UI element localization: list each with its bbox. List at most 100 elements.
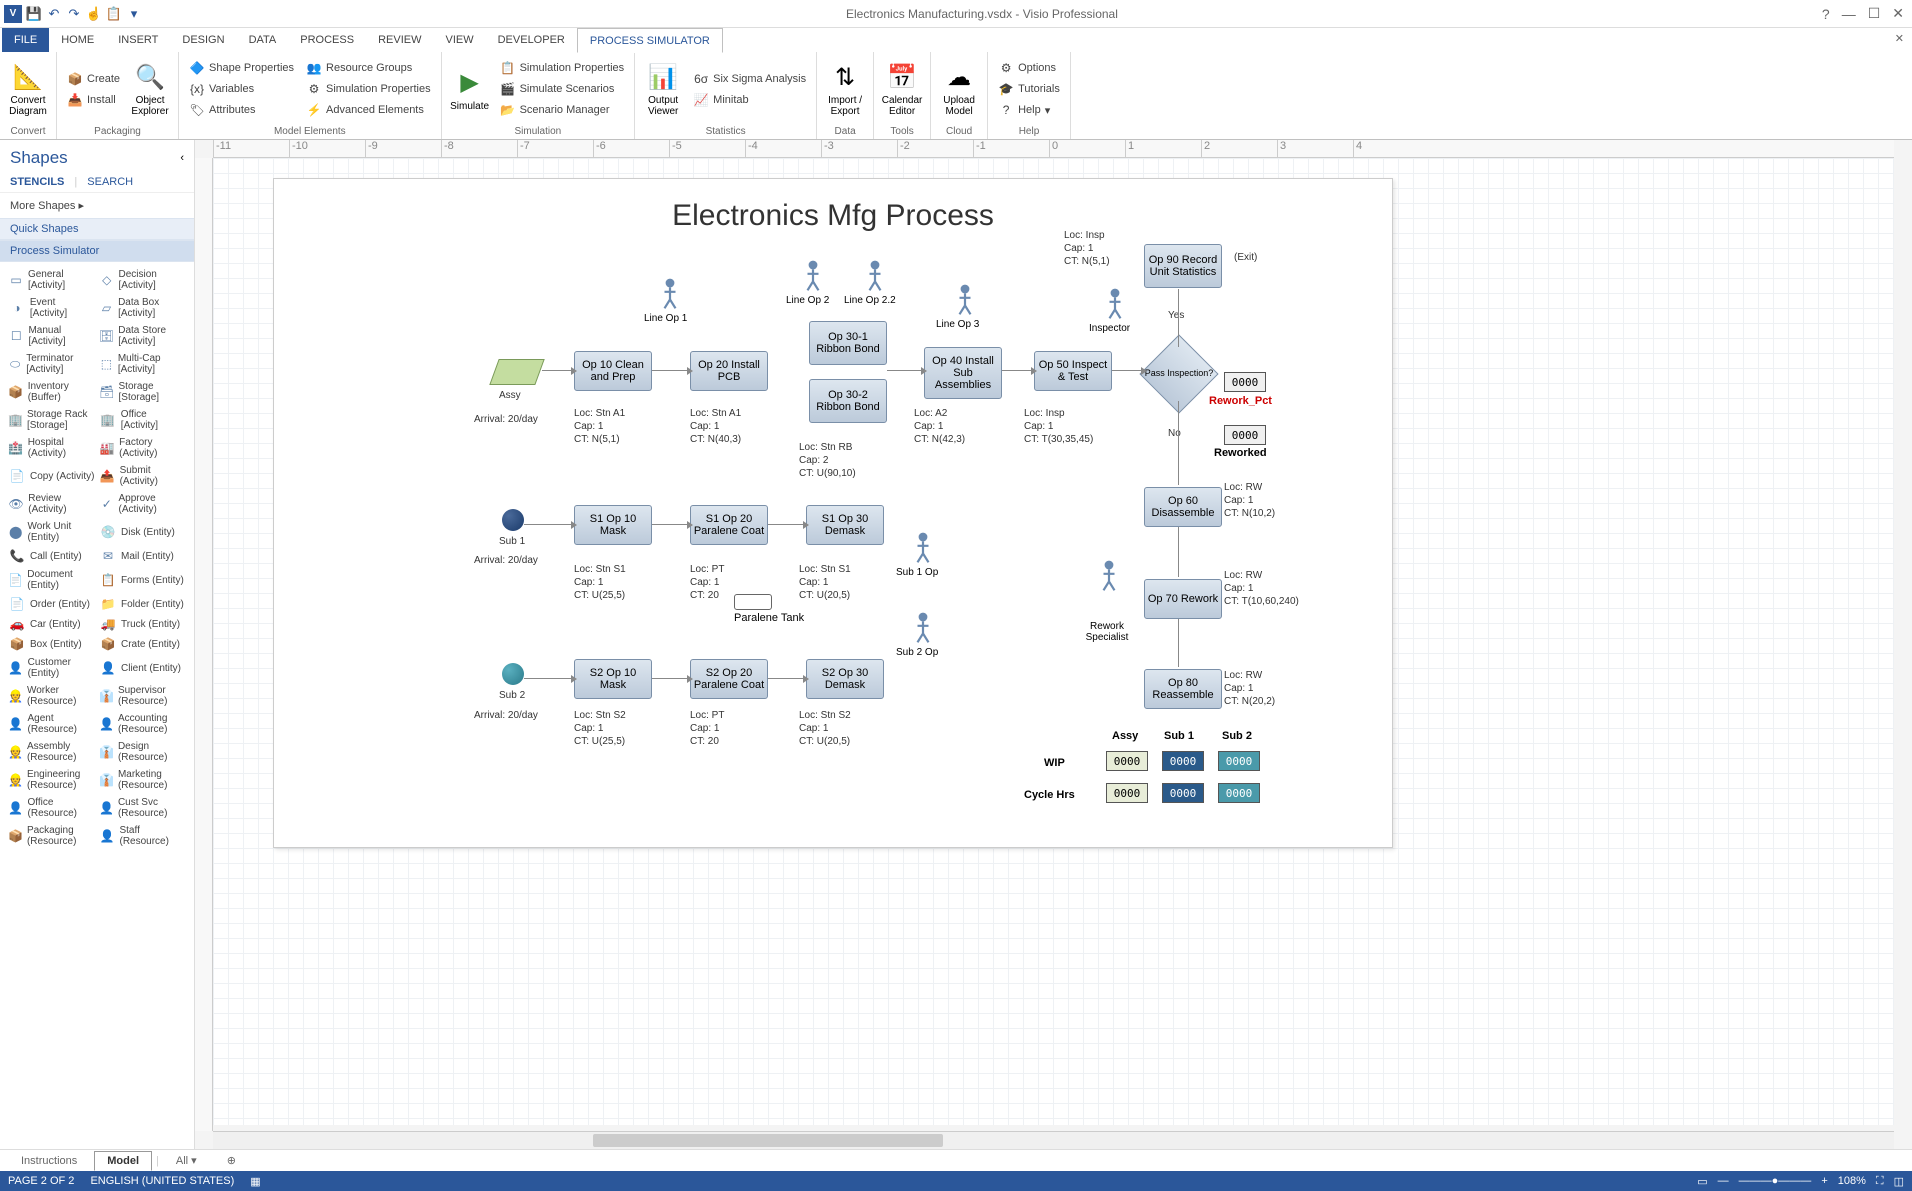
shape-item[interactable]: ☐Manual [Activity] [6,322,97,350]
tab-file[interactable]: FILE [2,28,49,52]
sheet-all[interactable]: All ▾ [163,1150,210,1171]
shape-item[interactable]: 👤Accounting (Resource) [97,710,188,738]
shape-item[interactable]: 💿Disk (Entity) [97,518,188,546]
shape-item[interactable]: ◇Decision [Activity] [97,266,188,294]
add-sheet-button[interactable]: ⊕ [214,1150,249,1171]
shape-item[interactable]: 👔Marketing (Resource) [97,766,188,794]
resource-groups-button[interactable]: 👥Resource Groups [302,58,435,78]
shape-item[interactable]: ⬭Terminator [Activity] [6,350,97,378]
presentation-mode-icon[interactable]: ▭ [1697,1175,1707,1188]
op10-box[interactable]: Op 10 Clean and Prep [574,351,652,391]
zoom-slider[interactable]: ———●——— [1739,1175,1812,1187]
minitab-button[interactable]: 📈Minitab [689,90,810,110]
entity-assy[interactable] [489,359,544,385]
entity-sub2[interactable] [502,663,524,685]
six-sigma-button[interactable]: 6σSix Sigma Analysis [689,69,810,89]
sheet-model[interactable]: Model [94,1151,152,1171]
minimize-icon[interactable]: — [1842,6,1856,22]
convert-diagram-button[interactable]: 📐Convert Diagram [6,54,50,124]
shape-item[interactable]: 📁Folder (Entity) [97,594,188,614]
shape-item[interactable]: 👷Assembly (Resource) [6,738,97,766]
shape-item[interactable]: 🏢Storage Rack [Storage] [6,406,97,434]
tab-home[interactable]: HOME [49,28,106,52]
ribbon-collapse-icon[interactable]: ✕ [1895,32,1904,45]
person-icon[interactable] [1104,287,1126,321]
scenario-mgr-button[interactable]: 📂Scenario Manager [496,100,629,120]
attributes-button[interactable]: 🏷Attributes [185,100,298,120]
tab-design[interactable]: DESIGN [170,28,236,52]
entity-sub1[interactable] [502,509,524,531]
shape-item[interactable]: 📄Copy (Activity) [6,462,97,490]
shape-item[interactable]: 🗃Storage [Storage] [97,378,188,406]
variables-button[interactable]: {x}Variables [185,79,298,99]
op60-box[interactable]: Op 60 Disassemble [1144,487,1222,527]
shape-item[interactable]: 👤Staff (Resource) [97,822,188,850]
shape-item[interactable]: 🚗Car (Entity) [6,614,97,634]
shape-item[interactable]: 📦Crate (Entity) [97,634,188,654]
op90-box[interactable]: Op 90 Record Unit Statistics [1144,244,1222,288]
shape-item[interactable]: 📤Submit (Activity) [97,462,188,490]
shape-item[interactable]: 📦Box (Entity) [6,634,97,654]
horizontal-scrollbar[interactable] [213,1131,1894,1149]
import-export-button[interactable]: ⇅Import / Export [823,54,867,124]
tab-developer[interactable]: DEVELOPER [486,28,577,52]
maximize-icon[interactable]: ☐ [1868,5,1881,22]
upload-model-button[interactable]: ☁Upload Model [937,54,981,124]
shape-item[interactable]: ⬤Work Unit (Entity) [6,518,97,546]
shape-properties-button[interactable]: 🔷Shape Properties [185,58,298,78]
tab-process[interactable]: PROCESS [288,28,366,52]
tab-review[interactable]: REVIEW [366,28,433,52]
tab-view[interactable]: VIEW [433,28,485,52]
person-icon[interactable] [659,277,681,311]
person-icon[interactable] [954,283,976,317]
person-icon[interactable] [1098,559,1120,593]
person-icon[interactable] [864,259,886,293]
redo-icon[interactable]: ↷ [66,6,82,22]
process-simulator-stencil[interactable]: Process Simulator [0,240,194,262]
options-button[interactable]: ⚙Options [994,58,1064,78]
advanced-elements-button[interactable]: ⚡Advanced Elements [302,100,435,120]
shape-item[interactable]: ⬚Multi-Cap [Activity] [97,350,188,378]
tab-data[interactable]: DATA [237,28,289,52]
more-shapes-link[interactable]: More Shapes ▸ [0,193,194,218]
shape-item[interactable]: 🏥Hospital (Activity) [6,434,97,462]
paste-icon[interactable]: 📋 [106,6,122,22]
stencils-tab[interactable]: STENCILS [10,176,64,188]
fit-page-icon[interactable]: ⛶ [1876,1175,1884,1188]
op80-box[interactable]: Op 80 Reassemble [1144,669,1222,709]
shape-item[interactable]: 🏢Office [Activity] [97,406,188,434]
op40-box[interactable]: Op 40 Install Sub Assemblies [924,347,1002,399]
op70-box[interactable]: Op 70 Rework [1144,579,1222,619]
drawing-canvas[interactable]: Electronics Mfg Process Assy Arrival: 20… [213,158,1894,1125]
shape-item[interactable]: 📦Inventory (Buffer) [6,378,97,406]
save-icon[interactable]: 💾 [26,6,42,22]
shape-item[interactable]: ✓Approve (Activity) [97,490,188,518]
shape-item[interactable]: 📦Packaging (Resource) [6,822,97,850]
shape-item[interactable]: 👤Client (Entity) [97,654,188,682]
quick-shapes-stencil[interactable]: Quick Shapes [0,218,194,240]
op20-box[interactable]: Op 20 Install PCB [690,351,768,391]
shape-item[interactable]: 👤Office (Resource) [6,794,97,822]
s1op20-box[interactable]: S1 Op 20 Paralene Coat [690,505,768,545]
shape-item[interactable]: 👷Engineering (Resource) [6,766,97,794]
touch-icon[interactable]: ☝ [86,6,102,22]
op301-box[interactable]: Op 30-1 Ribbon Bond [809,321,887,365]
qat-more-icon[interactable]: ▾ [126,6,142,22]
shape-item[interactable]: 👷Worker (Resource) [6,682,97,710]
shape-item[interactable]: 👔Design (Resource) [97,738,188,766]
s2op10-box[interactable]: S2 Op 10 Mask [574,659,652,699]
output-viewer-button[interactable]: 📊Output Viewer [641,54,685,124]
tutorials-button[interactable]: 🎓Tutorials [994,79,1064,99]
shapes-collapse-icon[interactable]: ‹ [180,152,184,164]
shape-item[interactable]: 📄Order (Entity) [6,594,97,614]
shape-item[interactable]: ▭General [Activity] [6,266,97,294]
sheet-instructions[interactable]: Instructions [8,1151,90,1171]
create-button[interactable]: 📦Create [63,69,124,89]
sim-props-button[interactable]: 📋Simulation Properties [496,58,629,78]
help-button[interactable]: ?Help ▾ [994,100,1064,120]
shape-item[interactable]: 👤Cust Svc (Resource) [97,794,188,822]
sim-scenarios-button[interactable]: 🎬Simulate Scenarios [496,79,629,99]
shape-item[interactable]: ▱Data Box [Activity] [97,294,188,322]
install-button[interactable]: 📥Install [63,90,124,110]
simulate-button[interactable]: ▶Simulate [448,54,492,124]
